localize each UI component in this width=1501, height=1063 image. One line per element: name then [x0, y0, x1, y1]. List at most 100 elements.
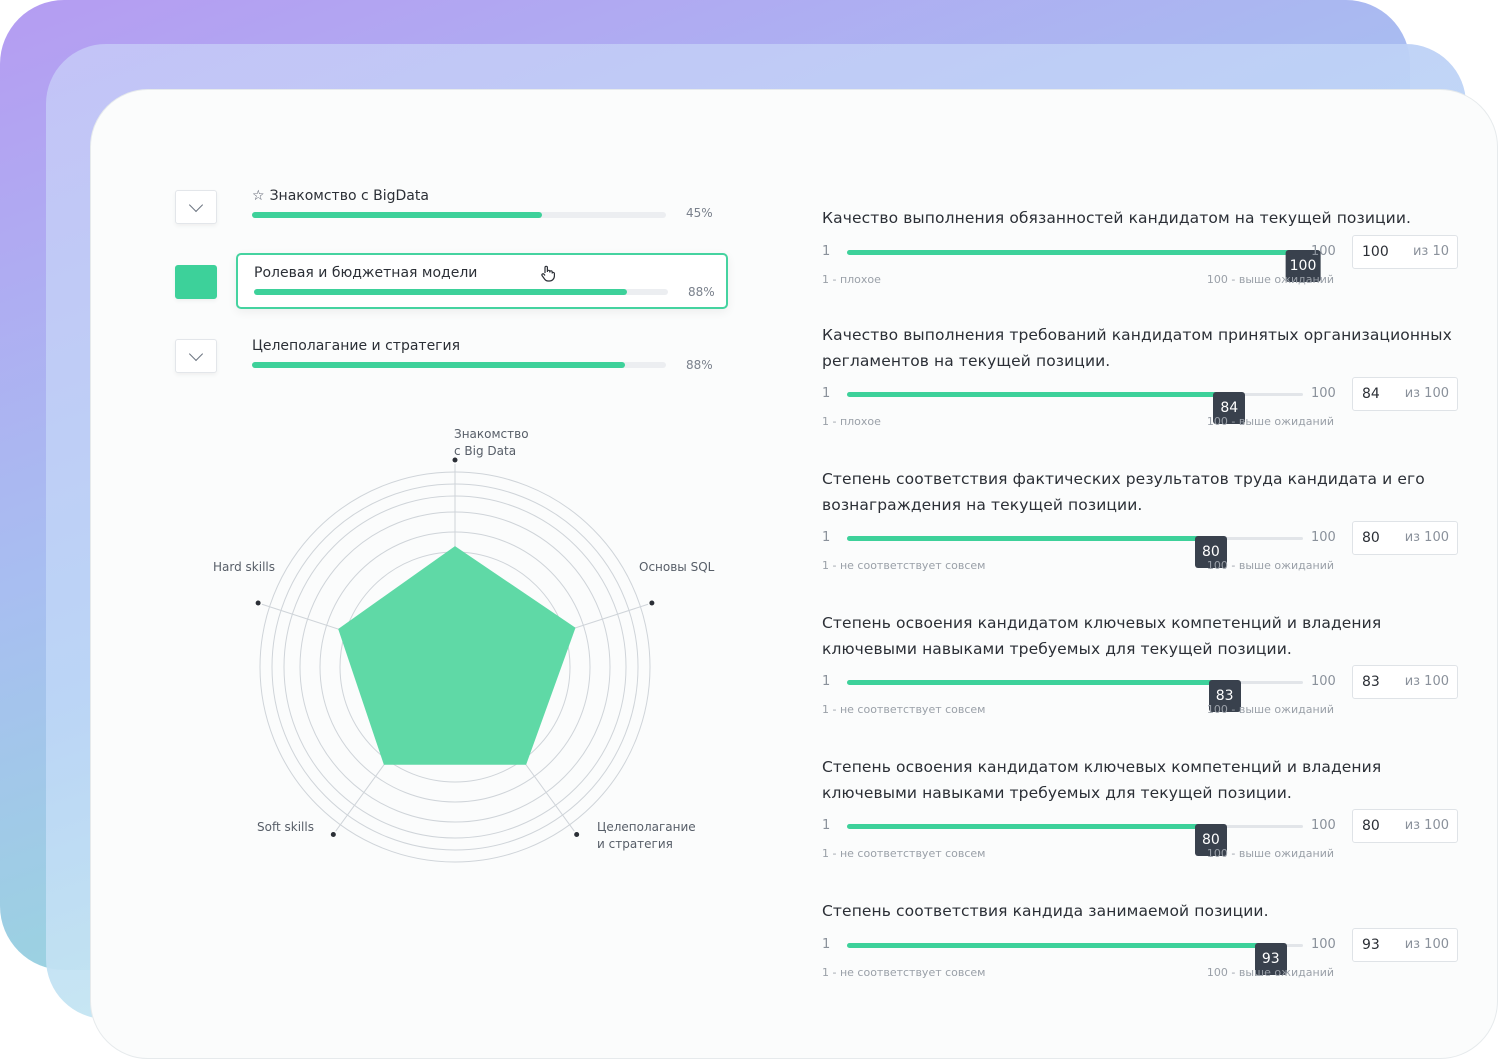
score-input-value: 80 [1362, 530, 1380, 546]
rating-slider[interactable]: 1 83 100 83 из 100 [822, 665, 1462, 712]
scale-low-label: 1 - не соответствует совсем [822, 559, 986, 572]
radar-label-line: Основы SQL [639, 560, 715, 574]
star-icon: ☆ [252, 188, 265, 204]
question-block: Степень освоения кандидатом ключевых ком… [822, 610, 1472, 716]
rating-slider[interactable]: 1 93 100 93 из 100 [822, 928, 1462, 975]
rating-slider[interactable]: 1 84 100 84 из 100 [822, 377, 1462, 424]
radar-axis-dot [649, 600, 655, 606]
score-input[interactable]: 80 из 100 [1352, 521, 1458, 555]
slider-track[interactable]: 100 [847, 250, 1321, 282]
question-title: Степень соответствия фактических результ… [822, 470, 1425, 514]
skill-progress-fill [252, 212, 542, 218]
chevron-down-icon [188, 346, 204, 361]
scale-low-label: 1 - не соответствует совсем [822, 703, 986, 716]
skill-label: ☆ Знакомство с BigData [252, 188, 429, 204]
question-block: Степень освоения кандидатом ключевых ком… [822, 754, 1472, 860]
rating-slider[interactable]: 1 100 100 100 из 10 [822, 235, 1462, 282]
rating-slider[interactable]: 1 80 100 80 из 100 [822, 521, 1462, 568]
scale-high-label: 100 - выше ожиданий [1206, 966, 1334, 979]
skill-progress-track [252, 362, 666, 368]
radar-chart: Знакомство с Big Data Основы SQL Целепол… [200, 420, 740, 880]
slider-max-label: 100 [1311, 818, 1336, 833]
slider-fill [847, 824, 1211, 829]
score-input-value: 80 [1362, 818, 1380, 834]
radar-chart-svg [255, 457, 655, 863]
slider-fill [847, 680, 1225, 685]
score-input-value: 93 [1362, 937, 1380, 953]
radar-label-line: Целеполагание [597, 820, 696, 834]
scale-high-label: 100 - выше ожиданий [1206, 415, 1334, 428]
skill-item-role-budget[interactable]: Ролевая и бюджетная модели 88% [236, 253, 728, 309]
slider-track[interactable]: 80 [847, 824, 1303, 856]
radar-label-bigdata: Знакомство с Big Data [454, 426, 529, 460]
scale-low-label: 1 - плохое [822, 415, 881, 428]
scale-low-label: 1 - не соответствует совсем [822, 847, 986, 860]
question-title: Степень освоения кандидатом ключевых ком… [822, 758, 1382, 802]
skill-percent: 88% [688, 285, 715, 299]
skill-title: Знакомство с BigData [269, 188, 429, 204]
score-out-of: из 100 [1404, 530, 1449, 545]
rating-slider[interactable]: 1 80 100 80 из 100 [822, 809, 1462, 856]
score-input[interactable]: 80 из 100 [1352, 809, 1458, 843]
radar-label-line: Hard skills [213, 560, 275, 574]
slider-min-label: 1 [822, 674, 831, 689]
skill-percent: 45% [686, 206, 713, 220]
slider-max-label: 100 [1311, 674, 1336, 689]
skill-progress-track [252, 212, 666, 218]
slider-max-label: 100 [1311, 244, 1336, 259]
question-block: Степень соответствия фактических результ… [822, 466, 1472, 572]
radar-data-polygon [338, 546, 576, 765]
question-block: Качество выполнения обязанностей кандида… [822, 205, 1472, 286]
skill-progress-track [254, 289, 668, 295]
radar-label-line: Знакомство [454, 427, 529, 441]
score-out-of: из 100 [1404, 818, 1449, 833]
slider-max-label: 100 [1311, 530, 1336, 545]
radar-label-hard: Hard skills [213, 559, 275, 576]
radar-axis-dot [574, 831, 580, 837]
slider-min-label: 1 [822, 818, 831, 833]
chevron-down-icon [188, 197, 204, 212]
scale-high-label: 100 - выше ожиданий [1206, 847, 1334, 860]
question-block: Качество выполнения требований кандидато… [822, 322, 1472, 428]
scale-high-label: 100 - выше ожиданий [1206, 273, 1334, 286]
expand-toggle-bigdata[interactable] [175, 190, 217, 224]
slider-fill [847, 943, 1271, 948]
expand-toggle-strategy[interactable] [175, 339, 217, 373]
skill-progress-fill [254, 289, 627, 295]
score-input[interactable]: 93 из 100 [1352, 928, 1458, 962]
radar-label-line: и стратегия [597, 837, 673, 851]
score-input-value: 83 [1362, 674, 1380, 690]
slider-fill [847, 536, 1211, 541]
skill-item-strategy[interactable]: Целеполагание и стратегия 88% [236, 328, 728, 384]
skill-progress-fill [252, 362, 625, 368]
radar-axis-dot [255, 600, 261, 606]
skill-percent: 88% [686, 358, 713, 372]
scale-low-label: 1 - не соответствует совсем [822, 966, 986, 979]
score-out-of: из 100 [1404, 937, 1449, 952]
score-input-value: 100 [1362, 244, 1389, 260]
slider-track[interactable]: 83 [847, 680, 1303, 712]
slider-min-label: 1 [822, 386, 831, 401]
slider-track[interactable]: 84 [847, 392, 1303, 424]
hand-cursor-icon [541, 265, 555, 282]
slider-max-label: 100 [1311, 386, 1336, 401]
skill-item-bigdata[interactable]: ☆ Знакомство с BigData 45% [236, 180, 728, 236]
scale-high-label: 100 - выше ожиданий [1206, 559, 1334, 572]
selected-indicator[interactable] [175, 265, 217, 299]
score-input[interactable]: 83 из 100 [1352, 665, 1458, 699]
slider-track[interactable]: 80 [847, 536, 1303, 568]
question-title: Степень соответствия кандида занимаемой … [822, 902, 1269, 920]
slider-track[interactable]: 93 [847, 943, 1303, 975]
scale-low-label: 1 - плохое [822, 273, 881, 286]
skill-title: Целеполагание и стратегия [252, 338, 461, 354]
question-title: Степень освоения кандидатом ключевых ком… [822, 614, 1382, 658]
score-input[interactable]: 84 из 100 [1352, 377, 1458, 411]
score-input-value: 84 [1362, 386, 1380, 402]
question-title: Качество выполнения обязанностей кандида… [822, 209, 1412, 227]
score-input[interactable]: 100 из 10 [1352, 235, 1458, 269]
slider-fill [847, 250, 1303, 255]
slider-min-label: 1 [822, 937, 831, 952]
radar-label-soft: Soft skills [257, 819, 314, 836]
slider-fill [847, 392, 1230, 397]
screen: ☆ Знакомство с BigData 45% Ролевая и бюдж… [0, 0, 1501, 1063]
